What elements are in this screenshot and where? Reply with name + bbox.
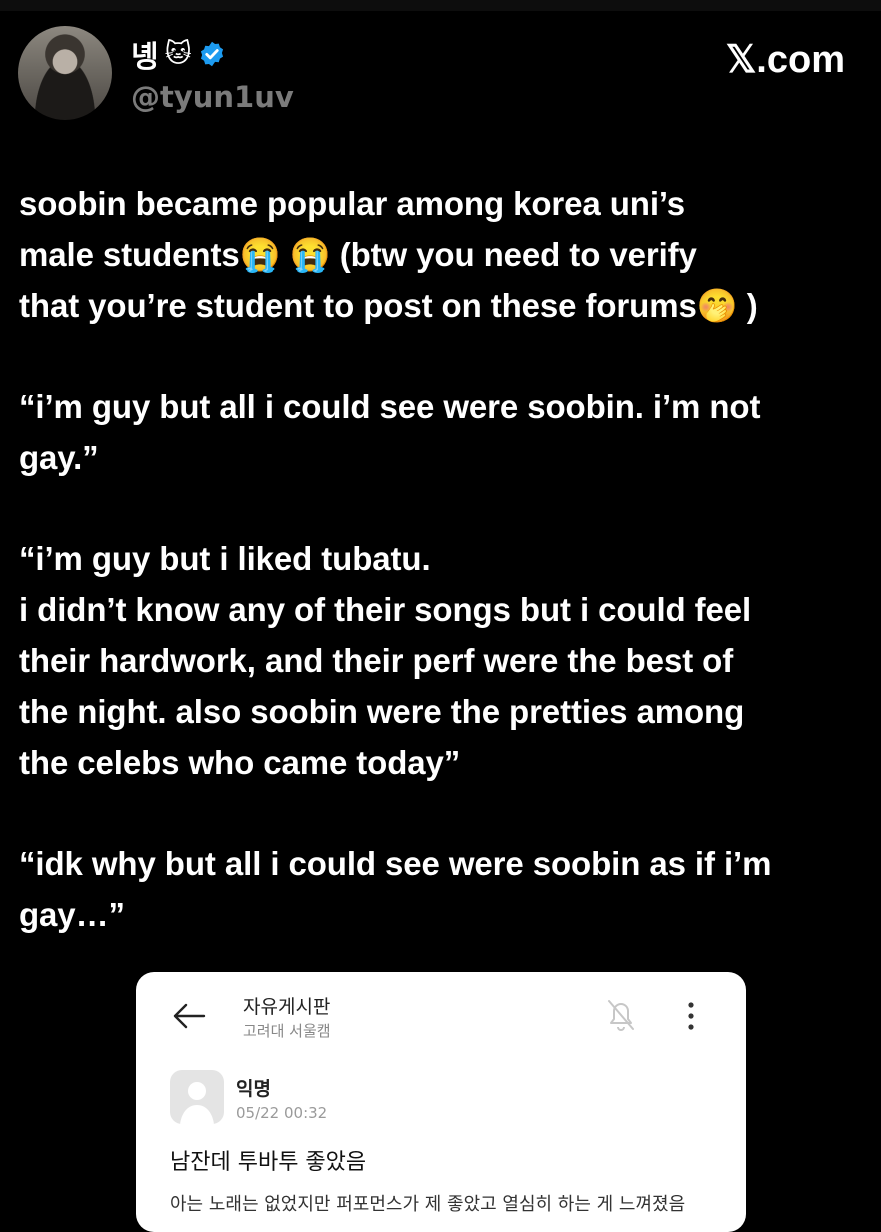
tweet-paragraph: soobin became popular among korea uni’s … bbox=[19, 178, 869, 331]
post-author: 익명 bbox=[236, 1078, 271, 1100]
tweet-line: that you’re student to post on these for… bbox=[19, 287, 758, 324]
user-handle[interactable]: @tyun1uv bbox=[131, 80, 294, 114]
tweet-line: their hardwork, and their perf were the … bbox=[19, 642, 734, 679]
post-title: 남잔데 투바투 좋았음 bbox=[170, 1150, 367, 1175]
post-body: 아는 노래는 없었지만 퍼포먼스가 제 좋았고 열심히 하는 게 느껴졌음 bbox=[170, 1194, 686, 1215]
embedded-forum-screenshot[interactable]: 자유게시판 고려대 서울캠 익명 05/22 00:32 남잔데 투바투 좋았음… bbox=[136, 972, 746, 1232]
post-date: 05/22 00:32 bbox=[236, 1104, 328, 1122]
tweet-paragraph: “idk why but all i could see were soobin… bbox=[19, 838, 869, 940]
tweet-line: soobin became popular among korea uni’s bbox=[19, 185, 686, 222]
profile-avatar[interactable] bbox=[18, 26, 112, 120]
top-edge bbox=[0, 0, 881, 11]
tweet-line: gay.” bbox=[19, 439, 99, 476]
cat-face-icon: 🐱 bbox=[164, 39, 192, 69]
bell-off-icon bbox=[608, 1000, 634, 1031]
more-options-icon bbox=[688, 1002, 694, 1030]
display-name: 녱 bbox=[131, 40, 159, 75]
tweet-text: soobin became popular among korea uni’s … bbox=[19, 178, 869, 990]
verified-badge-icon bbox=[200, 41, 223, 67]
tweet-paragraph: “i’m guy but all i could see were soobin… bbox=[19, 381, 869, 483]
tweet-line: “i’m guy but all i could see were soobin… bbox=[19, 388, 761, 425]
tweet-line: gay…” bbox=[19, 896, 125, 933]
tweet-line: “idk why but all i could see were soobin… bbox=[19, 845, 772, 882]
x-brand-logo: 𝕏.com bbox=[725, 39, 845, 81]
tweet-line: “i’m guy but i liked tubatu. bbox=[19, 540, 431, 577]
tweet-line: male students😭 😭 (btw you need to verify bbox=[19, 236, 697, 273]
tweet-line: i didn’t know any of their songs but i c… bbox=[19, 591, 752, 628]
tweet-paragraph: “i’m guy but i liked tubatu. i didn’t kn… bbox=[19, 533, 869, 788]
board-subtitle: 고려대 서울캠 bbox=[243, 1022, 331, 1040]
anonymous-avatar bbox=[170, 1070, 224, 1124]
tweet-line: the celebs who came today” bbox=[19, 744, 461, 781]
display-name-row[interactable]: 녱 🐱 bbox=[131, 34, 226, 75]
tweet-line: the night. also soobin were the pretties… bbox=[19, 693, 745, 730]
back-arrow-icon bbox=[173, 1003, 206, 1029]
board-title: 자유게시판 bbox=[243, 996, 331, 1018]
